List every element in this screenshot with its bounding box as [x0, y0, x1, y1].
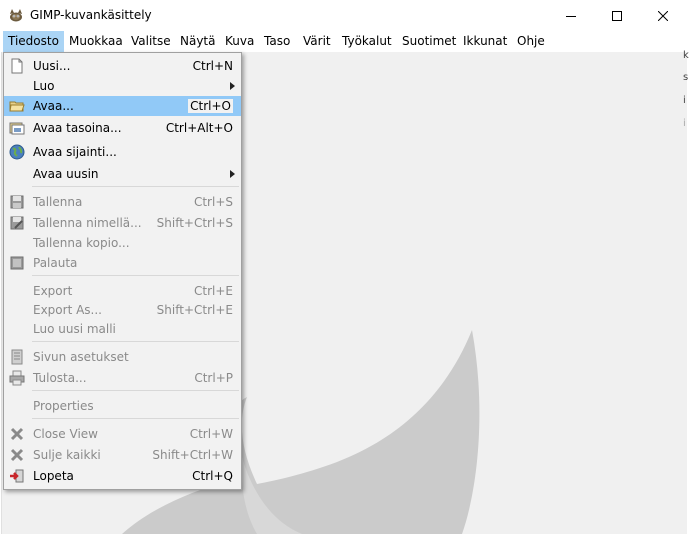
menu-item-shortcut: Shift+Ctrl+S — [156, 216, 233, 230]
submenu-arrow-icon — [230, 170, 235, 178]
menu-separator — [32, 341, 239, 342]
menu-item-label: Avaa sijainti... — [33, 145, 117, 159]
menu-nayta[interactable]: Näytä — [175, 31, 221, 52]
minimize-button[interactable] — [548, 0, 594, 31]
menu-item-shortcut: Ctrl+Alt+O — [165, 121, 233, 135]
menu-item-label: Avaa... — [33, 99, 74, 113]
menu-item-avaa-uusin[interactable]: Avaa uusin — [4, 164, 241, 184]
quit-icon — [10, 469, 24, 483]
submenu-arrow-icon — [230, 82, 235, 90]
menu-bar: Tiedosto Muokkaa Valitse Näytä Kuva Taso… — [0, 31, 690, 52]
menu-item-lopeta[interactable]: Lopeta Ctrl+Q — [4, 466, 241, 486]
menu-item-shortcut: Ctrl+P — [194, 371, 233, 385]
menu-item-properties[interactable]: Properties — [4, 396, 241, 416]
menu-item-label: Tallenna — [33, 195, 83, 209]
menu-taso[interactable]: Taso — [259, 31, 295, 52]
menu-separator — [32, 418, 239, 419]
close-view-icon — [10, 427, 24, 441]
menu-item-label: Tallenna nimellä... — [33, 216, 142, 230]
menu-item-label: Palauta — [33, 256, 78, 270]
revert-icon — [10, 256, 24, 270]
menu-item-label: Sulje kaikki — [33, 448, 101, 462]
menu-item-label: Luo uusi malli — [33, 322, 116, 336]
menu-item-avaa[interactable]: Avaa... Ctrl+O — [4, 96, 241, 116]
menu-item-label: Export — [33, 284, 73, 298]
file-menu-dropdown: Uusi... Ctrl+N Luo Avaa... Ctrl+O Avaa t… — [3, 52, 242, 490]
menu-varit[interactable]: Värit — [298, 31, 336, 52]
menu-item-tallenna[interactable]: Tallenna Ctrl+S — [4, 192, 241, 212]
menu-separator — [32, 275, 239, 276]
menu-ohje[interactable]: Ohje — [512, 31, 550, 52]
save-icon — [10, 195, 24, 209]
menu-item-luo-uusi-malli[interactable]: Luo uusi malli — [4, 319, 241, 339]
edge-text: i — [683, 118, 686, 129]
menu-item-sulje-kaikki[interactable]: Sulje kaikki Shift+Ctrl+W — [4, 445, 241, 465]
menu-item-tallenna-nimella[interactable]: Tallenna nimellä... Shift+Ctrl+S — [4, 213, 241, 233]
menu-item-label: Uusi... — [33, 59, 71, 73]
menu-item-shortcut: Ctrl+O — [188, 99, 233, 113]
menu-valitse[interactable]: Valitse — [126, 31, 176, 52]
window-title: GIMP-kuvankäsittely — [30, 8, 152, 22]
menu-item-shortcut: Ctrl+N — [192, 59, 233, 73]
menu-item-avaa-tasoina[interactable]: Avaa tasoina... Ctrl+Alt+O — [4, 118, 241, 138]
menu-tyokalut[interactable]: Työkalut — [337, 31, 397, 52]
globe-icon — [9, 144, 25, 160]
menu-item-label: Avaa tasoina... — [33, 121, 122, 135]
print-icon — [9, 370, 25, 386]
open-as-layers-icon — [9, 122, 25, 135]
menu-item-shortcut: Shift+Ctrl+E — [156, 303, 233, 317]
menu-item-shortcut: Ctrl+E — [194, 284, 233, 298]
menu-item-close-view[interactable]: Close View Ctrl+W — [4, 424, 241, 444]
minimize-icon — [566, 15, 576, 17]
close-icon — [658, 10, 668, 21]
menu-item-tulosta[interactable]: Tulosta... Ctrl+P — [4, 368, 241, 388]
edge-text: s — [683, 72, 689, 83]
menu-item-label: Lopeta — [33, 469, 74, 483]
menu-item-shortcut: Ctrl+S — [193, 195, 233, 209]
gimp-app-icon — [10, 9, 22, 22]
new-document-icon — [11, 58, 23, 74]
menu-item-label: Properties — [33, 399, 94, 413]
menu-kuva[interactable]: Kuva — [220, 31, 259, 52]
menu-item-luo[interactable]: Luo — [4, 76, 241, 96]
menu-item-tallenna-kopio[interactable]: Tallenna kopio... — [4, 233, 241, 253]
close-button[interactable] — [640, 0, 686, 31]
menu-item-export[interactable]: Export Ctrl+E — [4, 281, 241, 301]
menu-item-label: Luo — [33, 79, 55, 93]
menu-item-label: Tallenna kopio... — [33, 236, 130, 250]
menu-item-shortcut: Shift+Ctrl+W — [152, 448, 233, 462]
maximize-icon — [612, 10, 622, 21]
menu-item-shortcut: Ctrl+W — [189, 427, 233, 441]
menu-suotimet[interactable]: Suotimet — [397, 31, 461, 52]
page-setup-icon — [11, 349, 23, 365]
title-bar: GIMP-kuvankäsittely — [0, 0, 690, 31]
menu-ikkunat[interactable]: Ikkunat — [458, 31, 512, 52]
menu-item-label: Avaa uusin — [33, 167, 99, 181]
menu-tiedosto[interactable]: Tiedosto — [3, 31, 64, 52]
menu-item-label: Sivun asetukset — [33, 350, 129, 364]
menu-item-label: Export As... — [33, 303, 102, 317]
menu-item-avaa-sijainti[interactable]: Avaa sijainti... — [4, 142, 241, 162]
edge-text: i — [683, 95, 686, 106]
menu-item-label: Tulosta... — [33, 371, 87, 385]
menu-item-sivun-asetukset[interactable]: Sivun asetukset — [4, 347, 241, 367]
menu-item-label: Close View — [33, 427, 98, 441]
menu-separator — [32, 186, 239, 187]
menu-item-export-as[interactable]: Export As... Shift+Ctrl+E — [4, 300, 241, 320]
edge-text: k — [683, 50, 689, 61]
close-all-icon — [10, 448, 24, 462]
open-folder-icon — [9, 101, 25, 112]
save-as-icon — [10, 216, 24, 230]
menu-separator — [32, 390, 239, 391]
maximize-button[interactable] — [594, 0, 640, 31]
menu-item-uusi[interactable]: Uusi... Ctrl+N — [4, 56, 241, 76]
menu-item-palauta[interactable]: Palauta — [4, 253, 241, 273]
menu-muokkaa[interactable]: Muokkaa — [64, 31, 128, 52]
menu-item-shortcut: Ctrl+Q — [192, 469, 233, 483]
